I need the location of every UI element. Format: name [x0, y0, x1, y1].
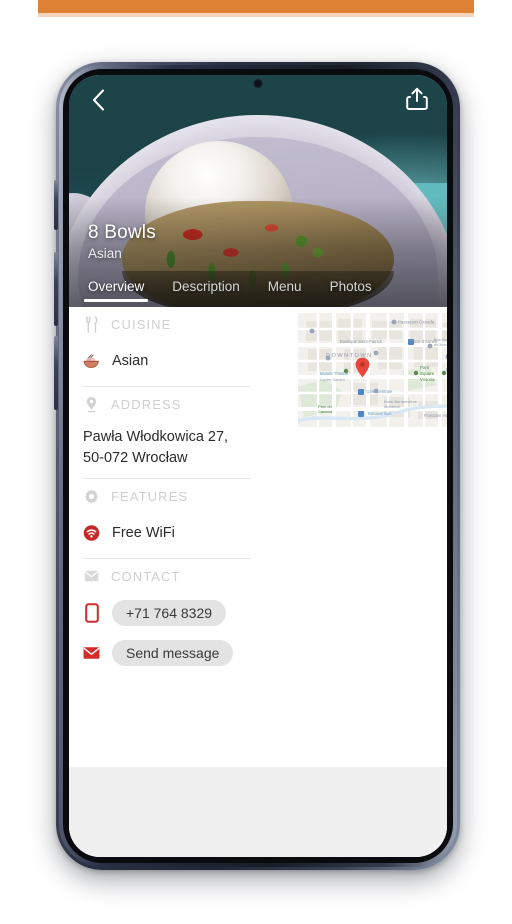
svg-text:Passeport Canada: Passeport Canada: [398, 320, 435, 325]
gear-icon: [83, 489, 100, 504]
section-label-address: ADDRESS: [111, 396, 182, 412]
cutlery-icon: [83, 315, 100, 333]
tab-description[interactable]: Description: [172, 277, 240, 297]
feature-row-wifi: Free WiFi: [80, 513, 266, 553]
svg-text:Centre Sandra: Centre Sandra: [320, 378, 346, 382]
envelope-icon: [83, 570, 100, 582]
svg-text:Le Westin M: Le Westin M: [446, 353, 447, 358]
top-orange-banner-shadow: [38, 13, 474, 17]
send-message-button[interactable]: Send message: [112, 640, 234, 666]
contact-row-phone: +71 764 8329: [80, 593, 266, 633]
share-button[interactable]: [401, 85, 433, 117]
cuisine-value: Asian: [112, 353, 149, 369]
section-header-contact: CONTACT: [80, 559, 266, 593]
phone-screen: 8 Bowls Asian Overview Description Menu …: [69, 75, 447, 857]
envelope-icon: [83, 646, 100, 660]
address-line-1: Pawła Włodkowica 27,: [83, 429, 229, 445]
svg-text:Canada: Canada: [318, 409, 333, 414]
section-label-features: FEATURES: [111, 488, 189, 504]
svg-text:Montreal: Montreal: [384, 404, 400, 409]
volume-up-button[interactable]: [54, 252, 58, 326]
venue-hero-image: 8 Bowls Asian Overview Description Menu …: [69, 75, 447, 307]
section-header-features: FEATURES: [80, 479, 266, 513]
contact-row-message: Send message: [80, 633, 266, 673]
mobile-phone-icon: [83, 603, 100, 623]
section-header-cuisine: CUISINE: [80, 307, 266, 341]
wifi-icon: [83, 524, 100, 542]
svg-text:Square: Square: [420, 371, 435, 376]
venue-info-column: CUISINE Asian ADDRESS Pawła Włodkowica 2…: [80, 307, 266, 673]
content-grey-area: [69, 767, 447, 857]
front-camera-icon: [253, 79, 263, 88]
address-line-2: 50-072 Wrocław: [83, 450, 188, 466]
section-label-contact: CONTACT: [111, 568, 181, 584]
phone-device-mockup: 8 Bowls Asian Overview Description Menu …: [54, 62, 460, 870]
svg-text:Monde Theatre: Monde Theatre: [320, 371, 349, 376]
location-map[interactable]: DOWNTOWN Passeport Canada Place-d'Armes …: [298, 313, 447, 427]
tab-photos[interactable]: Photos: [330, 277, 372, 297]
top-orange-banner: [38, 0, 474, 13]
svg-text:Gare Centrale: Gare Centrale: [366, 389, 393, 394]
venue-name: 8 Bowls: [88, 222, 156, 243]
tab-bar: Overview Description Menu Photos: [69, 277, 447, 307]
map-marker-pin: [355, 357, 370, 378]
svg-text:Park: Park: [420, 365, 430, 370]
svg-text:Floridane Harbour: Floridane Harbour: [424, 413, 447, 418]
section-label-cuisine: CUISINE: [111, 316, 172, 332]
power-button[interactable]: [54, 180, 58, 230]
svg-text:Bota Bota: Bota Bota: [446, 367, 447, 372]
section-header-address: ADDRESS: [80, 387, 266, 421]
chevron-left-icon: [91, 88, 106, 117]
venue-subtitle: Asian: [88, 246, 122, 261]
feature-value-wifi: Free WiFi: [112, 525, 175, 541]
volume-down-button[interactable]: [54, 336, 58, 410]
tab-overview[interactable]: Overview: [83, 277, 149, 302]
rice-bowl-icon: [83, 352, 100, 370]
venue-title-block: 8 Bowls Asian: [88, 222, 156, 263]
svg-text:de Montreal: de Montreal: [434, 342, 447, 347]
svg-text:Bonaventure: Bonaventure: [368, 411, 392, 416]
address-value: Pawła Włodkowica 27, 50-072 Wrocław: [80, 421, 266, 473]
svg-text:Basilique Saint-Patrick: Basilique Saint-Patrick: [340, 339, 383, 344]
cuisine-row: Asian: [80, 341, 266, 381]
overview-content: DOWNTOWN Passeport Canada Place-d'Armes …: [69, 307, 447, 857]
svg-text:Victoria: Victoria: [420, 377, 435, 382]
phone-number-pill[interactable]: +71 764 8329: [112, 600, 227, 626]
share-icon: [406, 87, 428, 116]
back-button[interactable]: [83, 87, 113, 117]
location-pin-icon: [83, 396, 100, 413]
tab-menu[interactable]: Menu: [268, 277, 302, 297]
